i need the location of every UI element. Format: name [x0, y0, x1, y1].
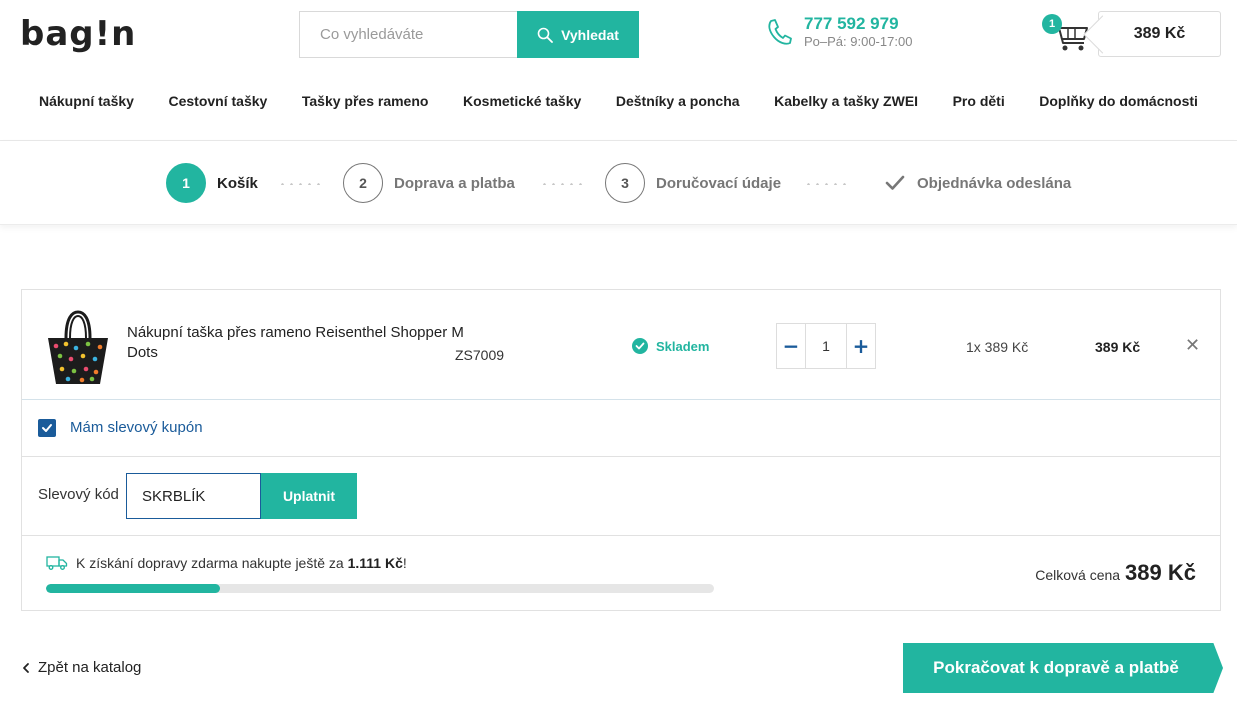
- free-shipping-text: K získání dopravy zdarma nakupte ještě z…: [76, 555, 407, 571]
- cart-box: Nákupní taška přes rameno Reisenthel Sho…: [21, 289, 1221, 611]
- nav-item-shopping-bags[interactable]: Nákupní tašky: [39, 82, 134, 122]
- opening-hours: Po–Pá: 9:00-17:00: [804, 34, 913, 49]
- decrease-quantity-button[interactable]: −: [777, 324, 805, 368]
- phone-contact[interactable]: 777 592 979 Po–Pá: 9:00-17:00: [766, 14, 912, 50]
- step-cart: 1 Košík: [166, 163, 258, 203]
- back-to-catalog-link[interactable]: Zpět na katalog: [22, 659, 141, 676]
- stock-label: Skladem: [656, 338, 710, 354]
- shipping-row: K získání dopravy zdarma nakupte ještě z…: [22, 536, 1220, 610]
- check-circle-icon: [632, 338, 648, 354]
- step-delivery: 3 Doručovací údaje: [605, 163, 781, 203]
- step-order-sent: Objednávka odeslána: [884, 163, 1071, 203]
- nav-item-zwei[interactable]: Kabelky a tašky ZWEI: [774, 82, 918, 122]
- chevron-left-icon: [23, 662, 29, 673]
- increase-quantity-button[interactable]: +: [847, 324, 875, 368]
- free-shipping-info: K získání dopravy zdarma nakupte ještě z…: [46, 555, 407, 571]
- coupon-checkbox[interactable]: [38, 419, 56, 437]
- logo[interactable]: bag!n: [20, 14, 136, 54]
- step-number: 3: [605, 163, 645, 203]
- step-separator: [804, 183, 852, 185]
- coupon-code-label: Slevový kód: [38, 486, 119, 503]
- search-button-label: Vyhledat: [561, 26, 619, 43]
- unit-price: 1x 389 Kč: [966, 339, 1029, 355]
- step-number: 2: [343, 163, 383, 203]
- search-bar: Vyhledat: [299, 11, 639, 58]
- truck-icon: [46, 556, 68, 570]
- coupon-code-row: Slevový kód Uplatnit: [22, 457, 1220, 536]
- product-image[interactable]: [42, 308, 114, 388]
- quantity-input[interactable]: [805, 324, 847, 368]
- cart-count-badge: 1: [1042, 14, 1062, 34]
- total-value: 389 Kč: [1125, 560, 1196, 585]
- coupon-toggle-row: Mám slevový kupón: [22, 400, 1220, 457]
- nav-item-kids[interactable]: Pro děti: [953, 82, 1005, 122]
- coupon-code-input[interactable]: [126, 473, 261, 519]
- nav-item-umbrellas[interactable]: Deštníky a poncha: [616, 82, 740, 122]
- remove-item-icon[interactable]: ✕: [1185, 335, 1200, 356]
- check-icon: [885, 175, 905, 190]
- checkout-steps: 1 Košík 2 Doprava a platba 3 Doručovací …: [0, 141, 1237, 225]
- search-button[interactable]: Vyhledat: [517, 11, 639, 58]
- progress-fill: [46, 584, 220, 593]
- continue-wrapper: Pokračovat k dopravě a platbě: [903, 643, 1223, 693]
- main-navigation: Nákupní tašky Cestovní tašky Tašky přes …: [0, 82, 1237, 122]
- search-input[interactable]: [299, 11, 517, 58]
- cart-item-row: Nákupní taška přes rameno Reisenthel Sho…: [22, 290, 1220, 400]
- step-label: Doručovací údaje: [656, 174, 782, 192]
- total-label: Celková cena: [1035, 567, 1121, 583]
- step-label: Objednávka odeslána: [917, 174, 1072, 192]
- cart-total-label: 389 Kč: [1133, 25, 1186, 42]
- nav-item-travel-bags[interactable]: Cestovní tašky: [168, 82, 267, 122]
- free-shipping-progress: [46, 584, 714, 593]
- nav-item-shoulder-bags[interactable]: Tašky přes rameno: [302, 82, 429, 122]
- step-label: Košík: [217, 174, 258, 192]
- phone-icon: [768, 19, 792, 45]
- product-code: ZS7009: [455, 347, 505, 363]
- stock-status: Skladem: [632, 338, 709, 354]
- step-separator: [540, 183, 588, 185]
- quantity-stepper: − +: [776, 323, 876, 369]
- line-total: 389 Kč: [1095, 339, 1141, 355]
- step-number: 1: [166, 163, 206, 203]
- phone-number[interactable]: 777 592 979: [804, 14, 912, 34]
- cart-total: Celková cena 389 Kč: [1035, 560, 1196, 586]
- continue-to-shipping-button[interactable]: Pokračovat k dopravě a platbě: [903, 643, 1223, 693]
- search-icon: [537, 27, 553, 43]
- step-separator: [278, 183, 326, 185]
- step-shipping: 2 Doprava a platba: [343, 163, 515, 203]
- nav-item-home[interactable]: Doplňky do domácnosti: [1039, 82, 1198, 122]
- apply-coupon-button[interactable]: Uplatnit: [261, 473, 357, 519]
- step-label: Doprava a platba: [394, 174, 515, 192]
- product-name[interactable]: Nákupní taška přes rameno Reisenthel Sho…: [127, 323, 467, 363]
- back-label: Zpět na katalog: [38, 659, 142, 676]
- cart-total-button[interactable]: 389 Kč: [1098, 11, 1221, 57]
- nav-item-cosmetic-bags[interactable]: Kosmetické tašky: [463, 82, 581, 122]
- coupon-label[interactable]: Mám slevový kupón: [70, 419, 203, 436]
